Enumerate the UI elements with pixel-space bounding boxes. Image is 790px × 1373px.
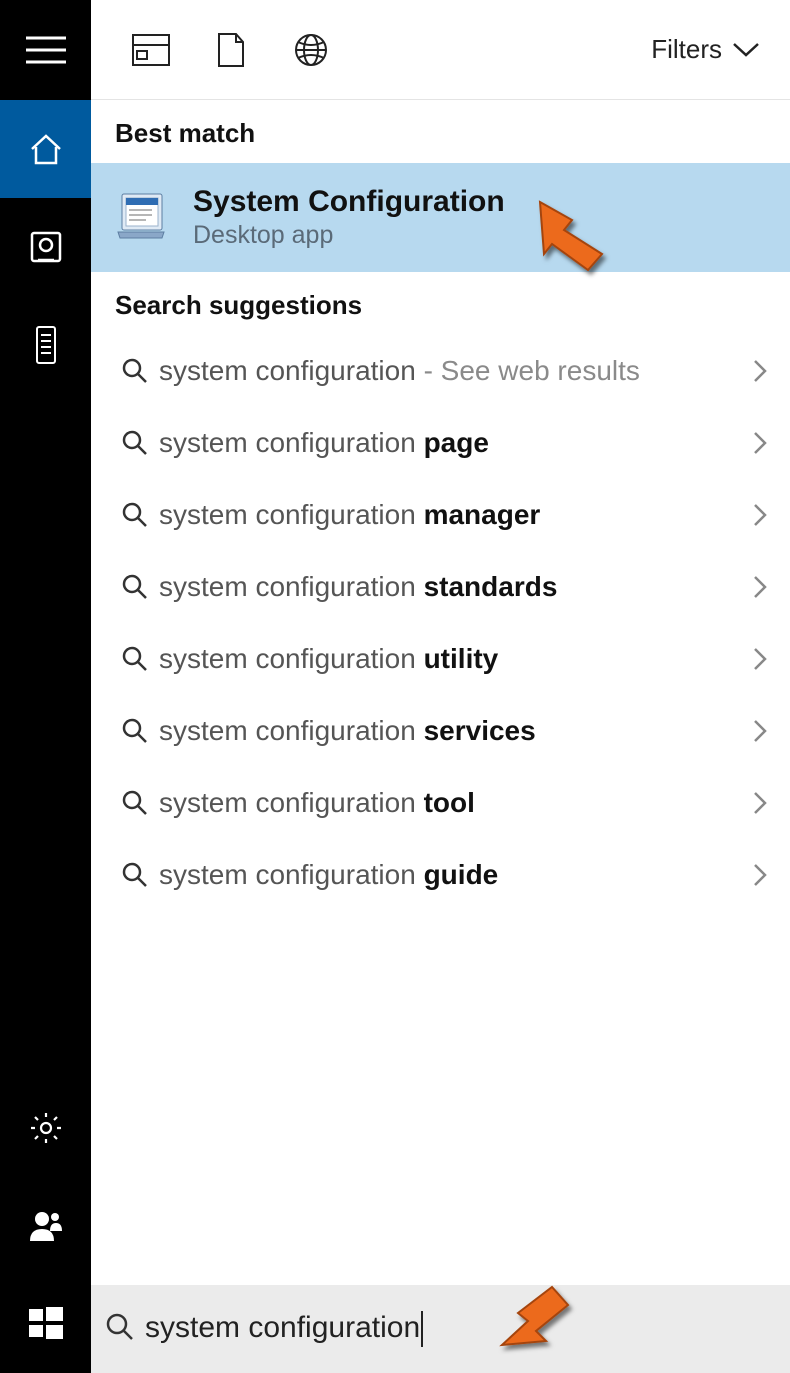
chevron-down-icon	[732, 42, 760, 58]
search-suggestion[interactable]: system configuration - See web results	[91, 335, 790, 407]
chevron-right-icon	[738, 574, 768, 600]
hamburger-menu-button[interactable]	[0, 0, 91, 100]
suggestion-label: system configuration services	[159, 715, 738, 747]
start-button[interactable]	[0, 1275, 91, 1373]
search-suggestions-header: Search suggestions	[91, 272, 790, 335]
sidebar-settings[interactable]	[0, 1079, 91, 1177]
chevron-right-icon	[738, 502, 768, 528]
search-icon	[111, 645, 159, 673]
search-icon	[105, 1312, 135, 1347]
chevron-right-icon	[738, 862, 768, 888]
search-suggestions-list: system configuration - See web results sy…	[91, 335, 790, 911]
scope-apps-icon[interactable]	[111, 0, 191, 99]
sidebar-home[interactable]	[0, 100, 91, 198]
chevron-right-icon	[738, 718, 768, 744]
scope-web-icon[interactable]	[271, 0, 351, 99]
chevron-right-icon	[738, 430, 768, 456]
best-match-header: Best match	[91, 100, 790, 163]
sidebar-photos[interactable]	[0, 198, 91, 296]
suggestion-label: system configuration guide	[159, 859, 738, 891]
start-sidebar	[0, 0, 91, 1373]
text-cursor	[421, 1311, 423, 1347]
sidebar-user[interactable]	[0, 1177, 91, 1275]
search-scope-bar: Filters	[91, 0, 790, 100]
system-configuration-icon	[111, 187, 173, 249]
filters-dropdown[interactable]: Filters	[651, 34, 770, 65]
chevron-right-icon	[738, 790, 768, 816]
suggestion-label: system configuration utility	[159, 643, 738, 675]
search-query-text: system configuration	[145, 1311, 423, 1347]
best-match-subtitle: Desktop app	[193, 221, 505, 250]
search-suggestion[interactable]: system configuration manager	[91, 479, 790, 551]
search-suggestion[interactable]: system configuration page	[91, 407, 790, 479]
search-box[interactable]: system configuration	[91, 1285, 790, 1373]
suggestion-label: system configuration page	[159, 427, 738, 459]
search-icon	[111, 789, 159, 817]
search-results-panel: Filters Best match	[91, 0, 790, 1373]
search-icon	[111, 573, 159, 601]
search-icon	[111, 357, 159, 385]
search-suggestion[interactable]: system configuration guide	[91, 839, 790, 911]
search-icon	[111, 861, 159, 889]
search-icon	[111, 429, 159, 457]
search-icon	[111, 717, 159, 745]
best-match-title: System Configuration	[193, 185, 505, 219]
suggestion-label: system configuration standards	[159, 571, 738, 603]
suggestion-label: system configuration tool	[159, 787, 738, 819]
search-suggestion[interactable]: system configuration standards	[91, 551, 790, 623]
best-match-result[interactable]: System Configuration Desktop app	[91, 163, 790, 272]
search-suggestion[interactable]: system configuration utility	[91, 623, 790, 695]
chevron-right-icon	[738, 646, 768, 672]
sidebar-remote[interactable]	[0, 296, 91, 394]
filters-label: Filters	[651, 34, 722, 65]
suggestion-label: system configuration manager	[159, 499, 738, 531]
chevron-right-icon	[738, 358, 768, 384]
search-suggestion[interactable]: system configuration services	[91, 695, 790, 767]
search-icon	[111, 501, 159, 529]
scope-documents-icon[interactable]	[191, 0, 271, 99]
suggestion-label: system configuration - See web results	[159, 355, 738, 387]
search-suggestion[interactable]: system configuration tool	[91, 767, 790, 839]
